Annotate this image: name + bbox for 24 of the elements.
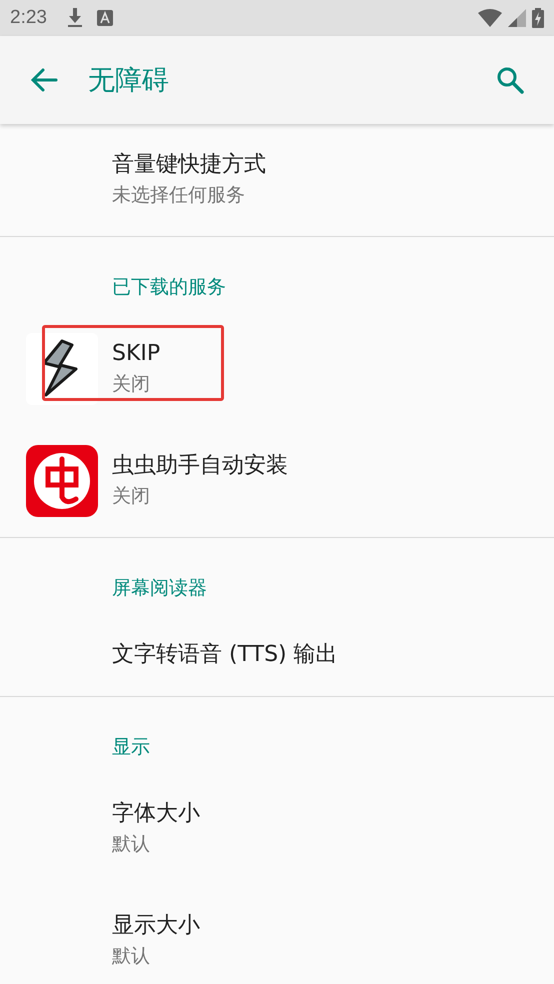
search-icon — [496, 66, 524, 94]
setting-summary: 关闭 — [112, 372, 151, 397]
setting-title[interactable]: SKIP — [112, 339, 160, 369]
status-time: 2:23 — [10, 7, 47, 29]
section-header: 已下载的服务 — [111, 275, 227, 300]
download-icon — [66, 8, 83, 28]
setting-title[interactable]: 字体大小 — [112, 799, 200, 829]
section-header: 屏幕阅读器 — [111, 576, 208, 601]
app-logo-icon — [26, 445, 98, 517]
setting-summary: 未选择任何服务 — [112, 183, 246, 208]
page-title: 无障碍 — [88, 64, 170, 98]
setting-title[interactable]: 虫虫助手自动安装 — [112, 451, 288, 481]
setting-title[interactable]: 文字转语音 (TTS) 输出 — [112, 640, 338, 670]
setting-title[interactable]: 音量键快捷方式 — [112, 150, 266, 180]
keyboard-notification-icon — [96, 10, 113, 26]
section-header: 显示 — [111, 735, 151, 760]
back-arrow-icon — [30, 68, 58, 92]
signal-icon — [508, 9, 526, 27]
setting-summary: 默认 — [112, 832, 151, 857]
wifi-icon — [478, 9, 502, 27]
setting-summary: 默认 — [112, 944, 151, 969]
setting-summary: 关闭 — [112, 484, 151, 509]
setting-title[interactable]: 显示大小 — [112, 911, 200, 941]
battery-charging-icon — [532, 8, 544, 28]
